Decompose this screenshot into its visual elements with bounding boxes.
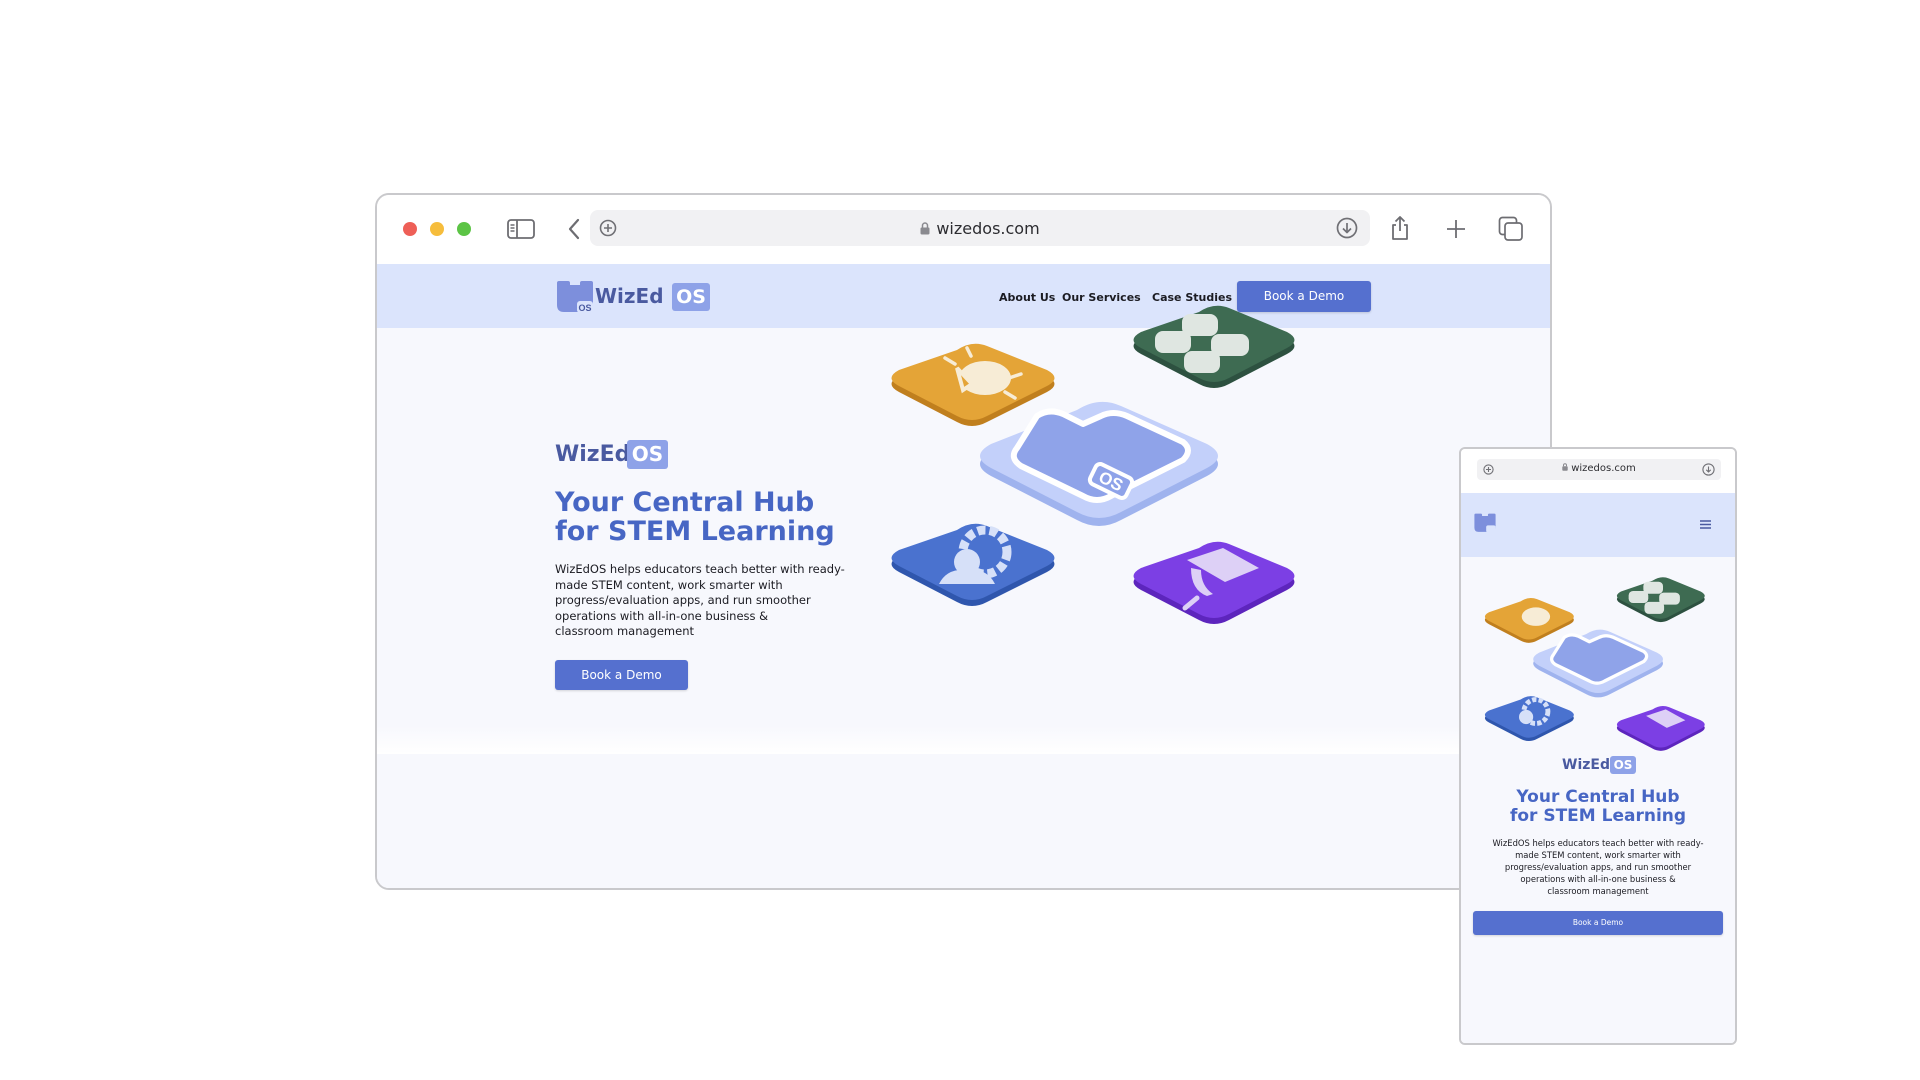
logo-mark-text: OS [578,303,591,313]
logo-mark-icon: OS [557,281,593,313]
mobile-title-line-1: Your Central Hub [1516,787,1680,807]
graduation-cap-tile [1133,541,1295,624]
hero-desc-line: progress/evaluation apps, and run smooth… [555,593,811,608]
hamburger-menu-icon[interactable] [1700,520,1711,529]
center-os-tile: OS [980,401,1218,526]
mobile-download-icon[interactable] [1702,463,1715,476]
hero-book-demo-button[interactable]: Book a Demo [555,660,688,690]
user-gear-tile [891,523,1055,606]
mobile-brand-chip: OS [1610,756,1636,774]
mobile-toolbar: wizedos.com [1461,449,1735,494]
hero-brand-word: WizEd [555,442,631,467]
section-divider [377,726,1550,754]
hero-brand-chip: OS [627,440,668,469]
apps-grid-tile [1133,305,1295,388]
mobile-url-text: wizedos.com [1571,463,1636,474]
mobile-hero-title: Your Central Hub for STEM Learning [1461,788,1735,826]
address-bar[interactable]: wizedos.com [590,210,1370,246]
mobile-desc-line: operations with all-in-one business & [1520,874,1676,884]
url-text-row: wizedos.com [590,219,1370,238]
back-icon[interactable] [567,218,581,240]
mobile-desc-line: progress/evaluation apps, and run smooth… [1504,862,1692,872]
new-tab-icon[interactable] [1445,218,1467,240]
lock-icon [920,222,930,235]
sidebar-icon[interactable] [507,219,535,239]
hero-description: WizEdOS helps educators teach better wit… [555,562,875,640]
mobile-hero-description: WizEdOS helps educators teach better wit… [1465,837,1731,897]
download-icon[interactable] [1336,217,1358,239]
mobile-desc-line: WizEdOS helps educators teach better wit… [1492,838,1704,848]
mobile-url-row: wizedos.com [1477,463,1721,474]
mobile-viewport: WizEd OS Your Central Hub for STEM Learn… [1461,493,1735,1043]
hero-desc-line: WizEdOS helps educators teach better wit… [555,562,845,576]
lightbulb-tile [891,343,1055,426]
logo-word: WizEd [595,284,664,308]
mobile-lock-icon [1562,463,1568,471]
mobile-desc-line: made STEM content, work smarter with [1515,850,1681,860]
minimize-window-button[interactable] [430,222,444,236]
mobile-desc-line: classroom management [1547,886,1649,896]
desktop-browser-window: wizedos.com OS WizEd OS About Us Our Ser… [375,193,1552,890]
hero-desc-line: operations with all-in-one business & [555,608,769,623]
share-icon[interactable] [1390,215,1410,241]
mobile-address-bar[interactable]: wizedos.com [1477,459,1721,480]
browser-toolbar: wizedos.com [377,195,1550,266]
zoom-window-button[interactable] [457,222,471,236]
website-viewport: OS WizEd OS About Us Our Services Case S… [377,264,1550,888]
mobile-site-header [1461,493,1735,557]
mobile-browser-window: wizedos.com WizEd OS Your Central Hub fo… [1459,447,1737,1045]
mobile-brand-word: WizEd [1562,757,1610,773]
mobile-title-line-2: for STEM Learning [1509,806,1687,826]
tab-overview-icon[interactable] [1498,216,1524,242]
mobile-book-demo-button[interactable]: Book a Demo [1473,911,1723,935]
hero-illustration: OS [891,305,1295,624]
mobile-hero-illustration [1484,577,1705,751]
mobile-logo-mark-icon[interactable] [1473,513,1497,533]
site-logo[interactable]: OS WizEd OS [555,280,715,314]
hero-desc-line: made STEM content, work smarter with [555,577,783,592]
logo-os-chip: OS [672,283,710,311]
hero-desc-line: classroom management [555,624,694,639]
url-text: wizedos.com [936,219,1040,238]
close-window-button[interactable] [403,222,417,236]
